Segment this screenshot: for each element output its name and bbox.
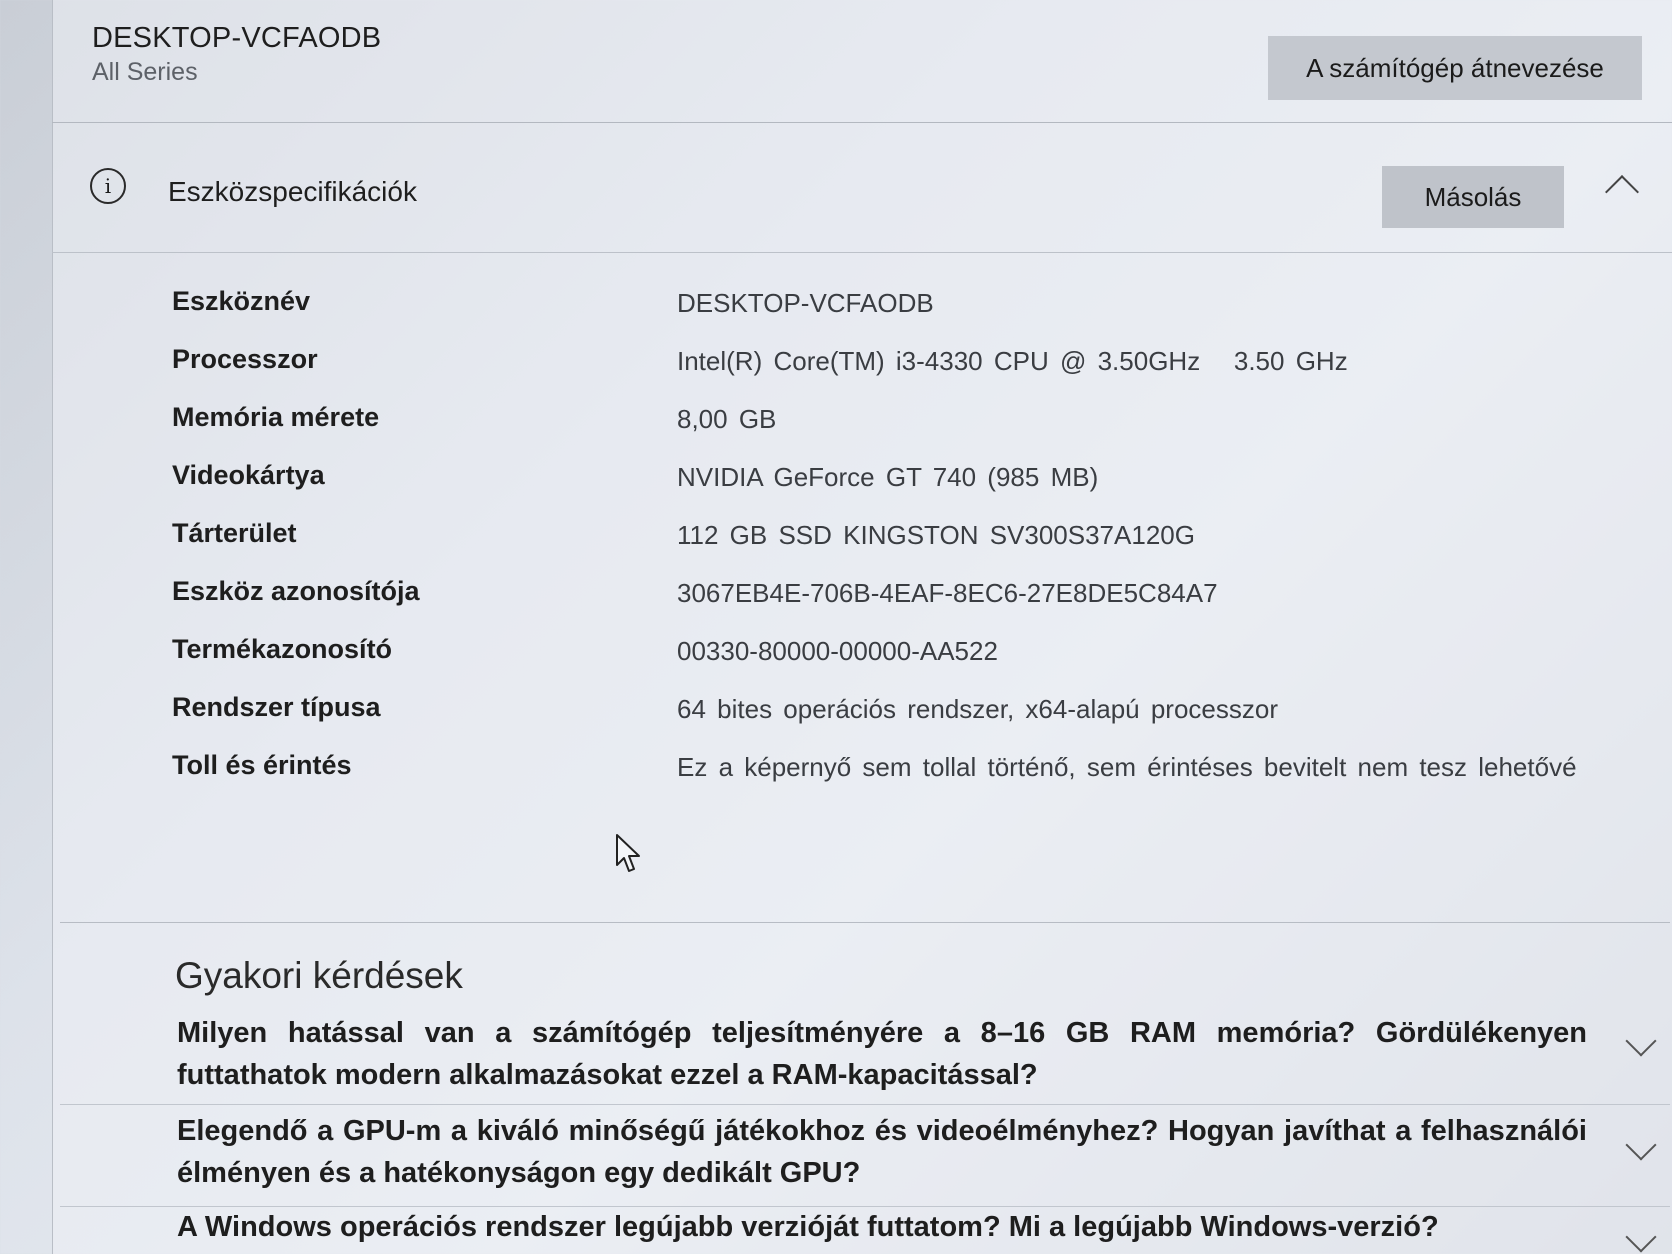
faq-divider: [60, 922, 1670, 923]
spec-label: Videokártya: [172, 460, 325, 490]
spec-label: Memória mérete: [172, 402, 380, 432]
spec-value: 8,00 GB: [677, 404, 777, 434]
spec-label: Termékazonosító: [172, 634, 393, 664]
header-divider: [52, 122, 1672, 123]
spec-value: 00330-80000-00000-AA522: [677, 636, 998, 666]
section-title: Eszközspecifikációk: [168, 176, 417, 207]
spec-value: NVIDIA GeForce GT 740 (985 MB): [677, 462, 1099, 492]
spec-value: 112 GB SSD KINGSTON SV300S37A120G: [677, 520, 1195, 550]
computer-name: DESKTOP-VCFAODB: [92, 22, 382, 54]
spec-value: 64 bites operációs rendszer, x64-alapú p…: [677, 694, 1278, 724]
faq-item-ram[interactable]: Milyen hatással van a számítógép teljesí…: [177, 1012, 1587, 1096]
info-icon: i: [90, 168, 126, 204]
computer-series: All Series: [92, 58, 198, 86]
spec-label: Processzor: [172, 344, 318, 374]
copy-button[interactable]: Másolás: [1382, 166, 1564, 228]
computer-header: DESKTOP-VCFAODB All Series A számítógép …: [92, 18, 1652, 108]
device-specifications-header[interactable]: i Eszközspecifikációk Másolás: [52, 128, 1672, 253]
spec-label: Tárterület: [172, 518, 297, 548]
mouse-cursor-icon: [616, 834, 640, 872]
faq-item-gpu[interactable]: Elegendő a GPU-m a kiváló minőségű játék…: [177, 1110, 1587, 1194]
spec-label: Eszköz azonosítója: [172, 576, 420, 606]
spec-value: DESKTOP-VCFAODB: [677, 288, 934, 318]
chevron-up-icon[interactable]: [1605, 175, 1639, 209]
faq-title: Gyakori kérdések: [175, 955, 463, 996]
spec-value: Ez a képernyő sem tollal történő, sem ér…: [677, 752, 1577, 782]
faq-separator: [60, 1104, 1670, 1105]
spec-value: Intel(R) Core(TM) i3-4330 CPU @ 3.50GHz …: [677, 346, 1348, 376]
device-specifications-section: i Eszközspecifikációk Másolás Eszköznév …: [52, 128, 1672, 908]
spec-label: Eszköznév: [172, 286, 311, 316]
spec-label: Toll és érintés: [172, 750, 352, 780]
spec-value: 3067EB4E-706B-4EAF-8EC6-27E8DE5C84A7: [677, 578, 1218, 608]
rename-computer-button[interactable]: A számítógép átnevezése: [1268, 36, 1642, 100]
spec-label: Rendszer típusa: [172, 692, 381, 722]
faq-item-windows-version[interactable]: A Windows operációs rendszer legújabb ve…: [177, 1206, 1587, 1248]
